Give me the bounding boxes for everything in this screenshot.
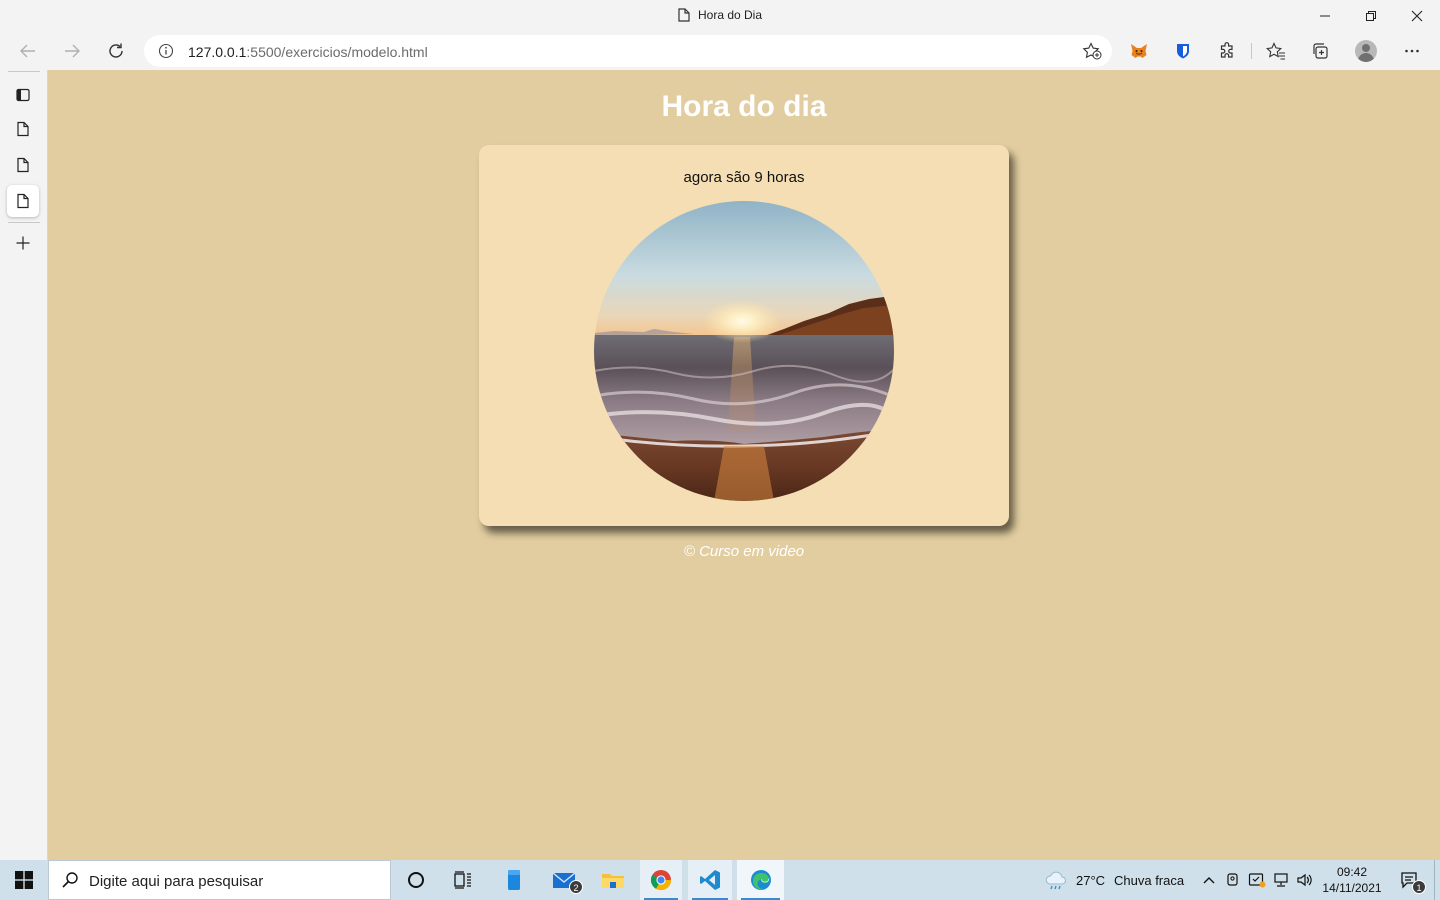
- sunrise-beach-photo: [594, 201, 894, 501]
- close-button[interactable]: [1394, 0, 1440, 32]
- clock-time: 09:42: [1336, 865, 1368, 879]
- taskbar-clock[interactable]: 09:42 14/11/2021: [1316, 864, 1388, 896]
- tab-page-icon: [17, 193, 29, 209]
- edge-icon: [750, 870, 771, 890]
- sidebar-divider: [8, 222, 40, 223]
- taskbar-app-mail[interactable]: 2: [543, 860, 587, 900]
- close-icon: [1411, 10, 1423, 22]
- meet-now-button[interactable]: [1222, 860, 1244, 900]
- tray-app-button[interactable]: [1246, 860, 1268, 900]
- start-button[interactable]: [0, 860, 48, 900]
- task-view-icon: [454, 871, 471, 889]
- weather-widget-icon[interactable]: [1042, 860, 1070, 900]
- windows-start-icon: [15, 871, 33, 889]
- network-icon: [1274, 873, 1288, 887]
- address-bar[interactable]: 127.0.0.1:5500/exercicios/modelo.html: [144, 35, 1112, 67]
- taskbar-app-chrome[interactable]: [640, 860, 682, 900]
- favorites-button[interactable]: [1259, 34, 1293, 68]
- file-explorer-icon: [602, 874, 624, 888]
- tab-page-icon: [17, 157, 29, 173]
- time-card: agora são 9 horas: [479, 145, 1009, 526]
- notification-count-badge: 1: [1412, 880, 1426, 894]
- sidebar-divider: [8, 71, 40, 72]
- restore-button[interactable]: [1348, 0, 1394, 32]
- back-icon: [20, 44, 35, 58]
- add-favorite-icon[interactable]: [1082, 42, 1102, 65]
- profile-button[interactable]: [1349, 34, 1383, 68]
- more-options-button[interactable]: [1395, 34, 1429, 68]
- search-icon: [61, 871, 79, 894]
- show-desktop-button[interactable]: [1434, 860, 1435, 900]
- minimize-icon: [1320, 15, 1330, 17]
- file-app-icon: [508, 870, 520, 890]
- taskbar-app-vscode[interactable]: [688, 860, 732, 900]
- new-tab-button[interactable]: [7, 227, 39, 259]
- chrome-icon: [650, 870, 672, 891]
- taskbar-app-file-explorer[interactable]: [591, 860, 635, 900]
- mail-unread-badge: 2: [569, 880, 583, 894]
- sidebar-tab-2[interactable]: [7, 149, 39, 181]
- rain-cloud-icon: [1045, 871, 1066, 890]
- page-footer: © Curso em video: [683, 543, 805, 560]
- windows-taskbar: Digite aqui para pesquisar 2 27°C Chuva …: [0, 860, 1440, 900]
- collections-button[interactable]: [1303, 34, 1337, 68]
- show-hidden-icons-button[interactable]: [1198, 860, 1220, 900]
- plus-icon: [16, 236, 30, 250]
- sidebar-tab-1[interactable]: [7, 113, 39, 145]
- profile-avatar: [1355, 40, 1377, 62]
- collections-icon: [1313, 43, 1328, 59]
- volume-button[interactable]: [1294, 860, 1316, 900]
- metamask-extension-button[interactable]: [1122, 34, 1156, 68]
- window-title: Hora do Dia: [0, 8, 1440, 25]
- refresh-button[interactable]: [99, 34, 133, 68]
- weather-temperature[interactable]: 27°C: [1076, 873, 1105, 888]
- time-message: agora são 9 horas: [683, 169, 805, 186]
- page-viewport: Hora do dia agora são 9 horas © Curso em…: [48, 70, 1440, 860]
- browser-toolbar: 127.0.0.1:5500/exercicios/modelo.html: [0, 32, 1440, 70]
- meet-now-icon: [1227, 873, 1238, 886]
- cortana-button[interactable]: [394, 860, 438, 900]
- extensions-button[interactable]: [1210, 34, 1244, 68]
- favorites-icon: [1266, 42, 1285, 60]
- extensions-icon: [1220, 42, 1233, 58]
- notification-center-button[interactable]: 1: [1392, 860, 1426, 900]
- task-view-button[interactable]: [441, 860, 485, 900]
- forward-button[interactable]: [55, 34, 89, 68]
- bitwarden-extension-button[interactable]: [1166, 34, 1200, 68]
- volume-icon: [1297, 873, 1312, 887]
- chevron-up-icon: [1203, 877, 1215, 884]
- minimize-button[interactable]: [1302, 0, 1348, 32]
- metamask-extension-icon: [1131, 44, 1147, 58]
- page-document-icon: [678, 8, 690, 25]
- cortana-icon: [408, 872, 424, 888]
- tray-app-icon: [1248, 873, 1266, 888]
- sidebar-tab-active[interactable]: [7, 185, 39, 217]
- window-titlebar: Hora do Dia: [0, 0, 1440, 32]
- clock-date: 14/11/2021: [1322, 881, 1382, 895]
- refresh-icon: [109, 43, 123, 58]
- tab-page-icon: [17, 121, 29, 137]
- restore-icon: [1366, 11, 1376, 21]
- page-title: Hora do dia: [661, 90, 827, 123]
- tab-actions-icon: [16, 88, 30, 102]
- search-placeholder: Digite aqui para pesquisar: [89, 873, 264, 890]
- vertical-tabs-sidebar: [0, 70, 48, 860]
- toolbar-separator: [1251, 43, 1252, 59]
- url-text[interactable]: 127.0.0.1:5500/exercicios/modelo.html: [188, 44, 428, 60]
- weather-description[interactable]: Chuva fraca: [1114, 873, 1184, 888]
- back-button[interactable]: [11, 34, 45, 68]
- taskbar-app-edge[interactable]: [737, 860, 784, 900]
- site-info-icon[interactable]: [158, 43, 174, 64]
- bitwarden-extension-icon: [1177, 44, 1189, 59]
- tab-actions-button[interactable]: [7, 79, 39, 111]
- more-options-icon: [1405, 49, 1419, 53]
- vscode-icon: [700, 870, 720, 890]
- network-button[interactable]: [1270, 860, 1292, 900]
- taskbar-app-file[interactable]: [492, 860, 536, 900]
- taskbar-search-box[interactable]: Digite aqui para pesquisar: [48, 860, 391, 900]
- forward-icon: [65, 44, 80, 58]
